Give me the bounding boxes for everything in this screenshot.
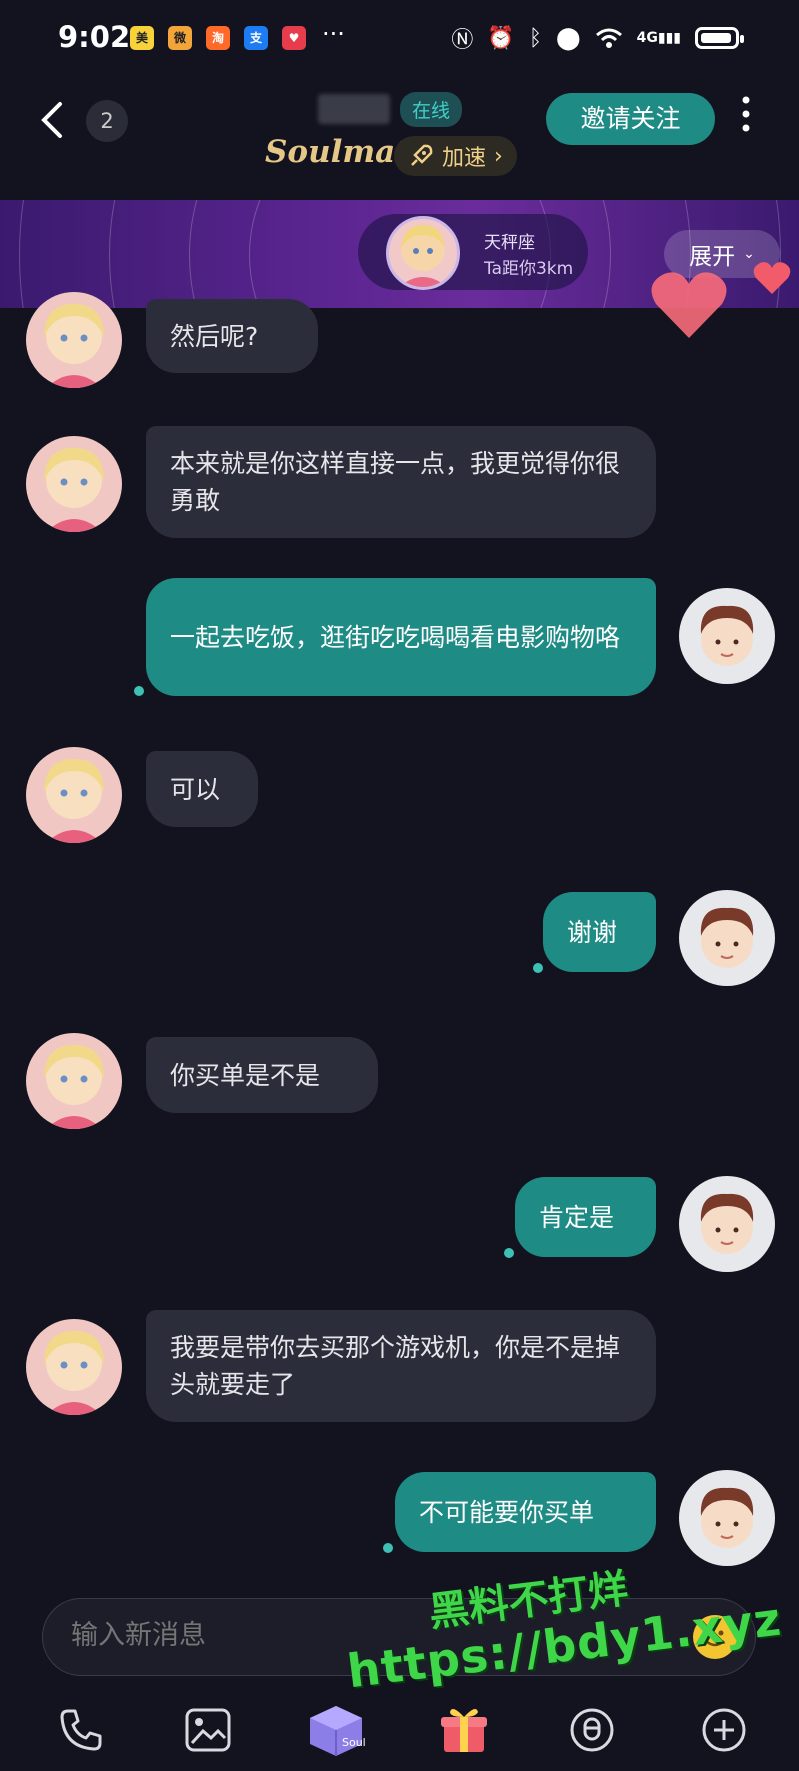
status-indicators: Ⓝ ⏰ ᛒ ⬤ 4G▮▮▮ (451, 22, 744, 54)
rocket-icon (411, 144, 433, 166)
message-text: 你买单是不是 (170, 1060, 321, 1090)
message-bubble-received[interactable]: 然后呢? (146, 299, 318, 373)
alipay-icon: 支 (244, 26, 268, 50)
weibo-icon: 微 (168, 26, 192, 50)
more-options-button[interactable] (738, 96, 754, 137)
gift-icon (441, 1708, 487, 1752)
message-text: 本来就是你这样直接一点，我更觉得你很勇敢 (170, 449, 621, 515)
user-avatar[interactable] (679, 1176, 775, 1272)
read-indicator (504, 1248, 514, 1258)
chat-header: 2 在线 Soulmate 加速 › 邀请关注 (0, 78, 799, 200)
online-status-badge: 在线 (400, 92, 463, 127)
svg-text:Soul: Soul (342, 1736, 366, 1749)
message-text: 不可能要你买单 (419, 1497, 595, 1527)
user-avatar[interactable] (679, 1470, 775, 1566)
message-text: 肯定是 (539, 1202, 615, 1232)
message-bubble-received[interactable]: 可以 (146, 751, 258, 827)
message-bubble-sent[interactable]: 不可能要你买单 (395, 1472, 656, 1552)
plus-button[interactable] (694, 1700, 754, 1760)
wifi-icon (595, 28, 622, 48)
chevron-left-icon (41, 102, 62, 138)
soul-box-icon: Soul (310, 1706, 366, 1756)
message-text: 一起去吃饭，逛街吃吃喝喝看电影购物咯 (170, 622, 621, 652)
message-text: 我要是带你去买那个游戏机，你是不是掉头就要走了 (170, 1333, 621, 1399)
signal-icon: 4G▮▮▮ (636, 30, 681, 46)
soul-box-button[interactable]: Soul (306, 1700, 366, 1760)
invite-follow-button[interactable]: 邀请关注 (546, 93, 715, 145)
heart-icon (753, 262, 791, 294)
plus-icon (702, 1708, 746, 1752)
health-icon: ♥ (282, 26, 306, 50)
message-bubble-sent[interactable]: 肯定是 (515, 1177, 656, 1257)
location-icon: ⬤ (556, 25, 581, 51)
status-bar: 9:02 美 微 淘 支 ♥ ··· Ⓝ ⏰ ᛒ ⬤ 4G▮▮▮ (0, 0, 799, 78)
speedup-button[interactable]: 加速 › (394, 136, 517, 176)
message-bubble-received[interactable]: 你买单是不是 (146, 1037, 378, 1113)
contact-avatar[interactable] (26, 1319, 122, 1415)
alarm-icon: ⏰ (487, 25, 515, 51)
gift-button[interactable] (434, 1700, 494, 1760)
battery-icon (695, 27, 744, 49)
floating-heart-icon (651, 272, 727, 338)
contact-avatar[interactable] (26, 1033, 122, 1129)
contact-name-blurred (318, 94, 390, 124)
zodiac-sign: 天秤座 (484, 233, 535, 253)
message-bubble-received[interactable]: 本来就是你这样直接一点，我更觉得你很勇敢 (146, 426, 656, 538)
expand-label: 展开 (689, 244, 736, 270)
message-text: 然后呢? (170, 321, 259, 351)
read-indicator (383, 1543, 393, 1553)
image-button[interactable] (178, 1700, 238, 1760)
unread-count-badge[interactable]: 2 (86, 100, 128, 142)
status-time: 9:02 (58, 20, 131, 54)
meituan-icon: 美 (130, 26, 154, 50)
taobao-icon: 淘 (206, 26, 230, 50)
user-avatar[interactable] (679, 890, 775, 986)
back-button[interactable] (38, 100, 64, 147)
contact-avatar[interactable] (26, 436, 122, 532)
vertical-dots-icon (742, 96, 750, 132)
match-avatar (386, 216, 460, 290)
contact-avatar[interactable] (26, 747, 122, 843)
message-bubble-received[interactable]: 我要是带你去买那个游戏机，你是不是掉头就要走了 (146, 1310, 656, 1422)
message-bubble-sent[interactable]: 一起去吃饭，逛街吃吃喝喝看电影购物咯 (146, 578, 656, 696)
user-avatar[interactable] (679, 588, 775, 684)
contact-avatar[interactable] (26, 292, 122, 388)
nfc-icon: Ⓝ (451, 28, 474, 53)
bluetooth-icon: ᛒ (528, 25, 543, 51)
speedup-label: 加速 (442, 146, 487, 171)
message-text: 可以 (170, 774, 221, 804)
read-indicator (533, 963, 543, 973)
distance-text: Ta距你3km (484, 259, 574, 279)
read-indicator (134, 686, 144, 696)
image-icon (185, 1708, 231, 1752)
voice-icon (570, 1708, 614, 1752)
phone-button[interactable] (51, 1700, 111, 1760)
voice-button[interactable] (562, 1700, 622, 1760)
chevron-right-icon: › (494, 143, 503, 169)
message-bubble-sent[interactable]: 谢谢 (543, 892, 656, 972)
status-more-icon: ··· (322, 20, 345, 48)
message-text: 谢谢 (567, 917, 618, 947)
phone-icon (60, 1709, 102, 1751)
